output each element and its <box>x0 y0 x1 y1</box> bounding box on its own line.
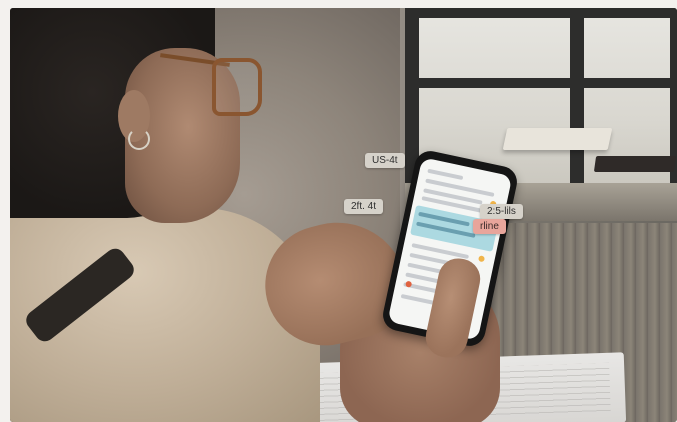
photo <box>10 8 677 422</box>
book <box>593 156 677 172</box>
earring <box>128 128 150 150</box>
window-frame <box>405 8 677 18</box>
status-dot <box>477 255 486 263</box>
photo-frame: US-4t 2ft. 4t 2:5-lils rline <box>0 0 677 422</box>
overlay-label-left: 2ft. 4t <box>344 199 384 214</box>
screen-row <box>427 168 464 181</box>
book <box>502 128 613 150</box>
glasses-lens <box>212 58 262 116</box>
overlay-label-top: US-4t <box>365 153 405 168</box>
overlay-label-right: 2:5-lils <box>480 204 523 219</box>
window-frame <box>570 8 584 183</box>
overlay-label-pink: rline <box>473 219 506 234</box>
window-frame <box>405 78 677 88</box>
